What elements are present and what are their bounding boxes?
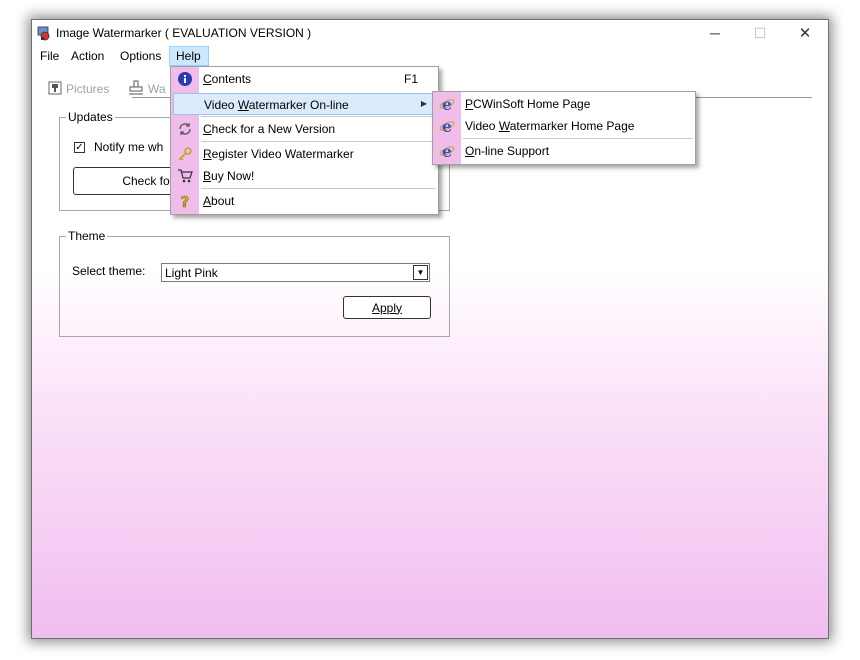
menu-item-online-support[interactable]: e On-line Support bbox=[435, 140, 693, 162]
menu-item-video-watermarker-home[interactable]: e Video Watermarker Home Page bbox=[435, 115, 693, 137]
menu-item-pcwinsoft-home[interactable]: e PCWinSoft Home Page bbox=[435, 93, 693, 115]
theme-group-title: Theme bbox=[66, 229, 108, 243]
svg-text:e: e bbox=[442, 96, 452, 112]
tab-watermark-label: Wa bbox=[148, 82, 166, 96]
theme-group: Theme Select theme: Light Pink ▼ Apply bbox=[59, 229, 450, 337]
refresh-icon bbox=[177, 121, 193, 137]
cart-icon bbox=[177, 168, 193, 184]
help-menu: Contents F1 Video Watermarker On-line ▶ … bbox=[170, 66, 439, 215]
select-theme-label: Select theme: bbox=[72, 264, 146, 278]
svg-text:e: e bbox=[442, 118, 452, 134]
menu-bar: File Action Options Help bbox=[32, 46, 828, 66]
key-icon bbox=[177, 146, 193, 162]
picture-icon bbox=[48, 81, 62, 98]
check-updates-label: Check for bbox=[122, 174, 174, 188]
menu-separator bbox=[201, 188, 436, 189]
menu-options[interactable]: Options bbox=[114, 46, 167, 66]
menu-item-check-new-version[interactable]: Check for a New Version bbox=[173, 118, 436, 140]
notify-label: Notify me wh bbox=[94, 140, 164, 154]
online-submenu: e PCWinSoft Home Page e Video Watermarke… bbox=[432, 91, 696, 165]
menu-item-about[interactable]: ? About bbox=[173, 190, 436, 212]
menu-separator bbox=[463, 138, 693, 139]
menu-separator bbox=[201, 116, 436, 117]
menu-item-label: About bbox=[203, 194, 235, 208]
menu-file[interactable]: File bbox=[34, 46, 65, 66]
theme-select[interactable]: Light Pink ▼ bbox=[161, 263, 430, 282]
question-icon: ? bbox=[177, 193, 193, 209]
menu-separator bbox=[201, 141, 436, 142]
submenu-arrow-icon: ▶ bbox=[420, 99, 427, 108]
menu-item-label: Check for a New Version bbox=[203, 122, 336, 136]
theme-select-value: Light Pink bbox=[165, 266, 218, 280]
tab-watermark[interactable]: Wa bbox=[128, 79, 166, 99]
svg-text:?: ? bbox=[181, 193, 190, 209]
app-window: Image Watermarker ( EVALUATION VERSION )… bbox=[32, 20, 828, 638]
ie-icon: e bbox=[439, 143, 455, 159]
updates-group-title: Updates bbox=[66, 110, 115, 124]
menu-item-video-watermarker-online[interactable]: Video Watermarker On-line ▶ bbox=[173, 93, 436, 115]
menu-shortcut: F1 bbox=[403, 72, 418, 86]
ie-icon: e bbox=[439, 118, 455, 134]
app-icon bbox=[36, 25, 52, 41]
ie-icon: e bbox=[439, 96, 455, 112]
stamp-icon bbox=[128, 80, 144, 99]
menu-item-label: Contents bbox=[203, 72, 252, 86]
svg-text:e: e bbox=[442, 143, 452, 159]
menu-item-label: Video Watermarker Home Page bbox=[465, 119, 635, 133]
menu-item-buy-now[interactable]: Buy Now! bbox=[173, 165, 436, 187]
maximize-button[interactable]: ☐ bbox=[737, 20, 783, 46]
minimize-button[interactable]: ─ bbox=[692, 20, 738, 46]
menu-item-label: Buy Now! bbox=[203, 169, 255, 183]
notify-checkbox[interactable]: ✓ bbox=[74, 142, 85, 153]
apply-button-label: Apply bbox=[371, 300, 403, 315]
menu-item-label: PCWinSoft Home Page bbox=[465, 97, 591, 111]
menu-action[interactable]: Action bbox=[65, 46, 110, 66]
dropdown-arrow-icon[interactable]: ▼ bbox=[413, 265, 428, 280]
close-button[interactable]: ✕ bbox=[782, 20, 828, 46]
menu-help[interactable]: Help bbox=[169, 46, 209, 66]
tab-pictures[interactable]: Pictures bbox=[48, 79, 109, 99]
menu-item-register[interactable]: Register Video Watermarker bbox=[173, 143, 436, 165]
menu-item-contents[interactable]: Contents F1 bbox=[173, 68, 436, 90]
tab-pictures-label: Pictures bbox=[66, 82, 110, 96]
menu-item-label: Video Watermarker On-line bbox=[204, 98, 349, 112]
menu-item-label: Register Video Watermarker bbox=[203, 147, 354, 161]
apply-button[interactable]: Apply bbox=[343, 296, 431, 319]
window-title: Image Watermarker ( EVALUATION VERSION ) bbox=[56, 26, 312, 40]
info-icon bbox=[177, 71, 193, 87]
menu-item-label: On-line Support bbox=[465, 144, 550, 158]
title-bar: Image Watermarker ( EVALUATION VERSION )… bbox=[32, 20, 828, 46]
